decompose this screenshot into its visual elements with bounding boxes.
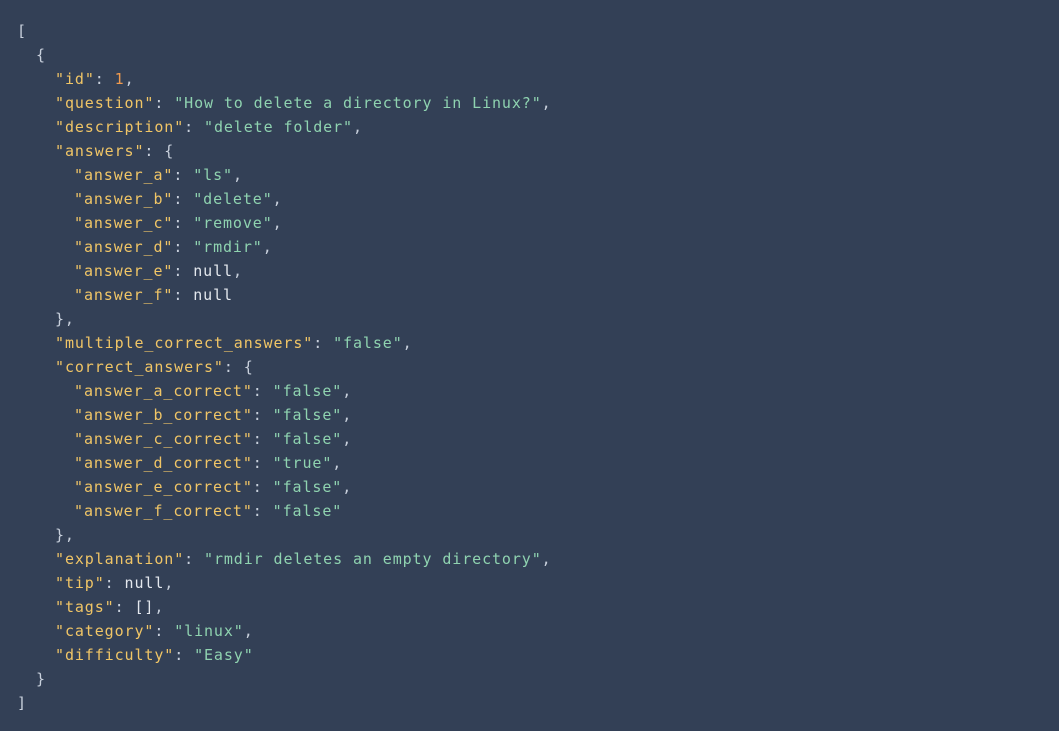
code-line: { xyxy=(36,46,46,64)
code-line-id: "id": 1, xyxy=(55,70,135,88)
code-line-answer-d-correct: "answer_d_correct": "true", xyxy=(74,454,343,472)
json-string-value: remove xyxy=(203,214,263,232)
json-key: answer_a_correct xyxy=(83,382,243,400)
code-line-answer-a: "answer_a": "ls", xyxy=(74,166,243,184)
code-line-explanation: "explanation": "rmdir deletes an empty d… xyxy=(55,550,552,568)
code-line: }, xyxy=(55,310,75,328)
json-string-value: false xyxy=(282,382,333,400)
json-null-value: null xyxy=(124,574,165,592)
code-line-difficulty: "difficulty": "Easy" xyxy=(55,646,254,664)
json-null-value: null xyxy=(193,262,233,280)
json-key: tip xyxy=(64,574,95,592)
json-string-value: false xyxy=(282,478,333,496)
code-line-correct-answers: "correct_answers": { xyxy=(55,358,254,376)
code-line-answer-b-correct: "answer_b_correct": "false", xyxy=(74,406,353,424)
json-string-value: false xyxy=(282,406,333,424)
code-line: } xyxy=(36,670,46,688)
json-code-view: [ { "id": 1, "question": "How to delete … xyxy=(0,0,1059,731)
json-number-value: 1 xyxy=(114,70,125,88)
code-line-answer-b: "answer_b": "delete", xyxy=(74,190,283,208)
json-key: answer_a xyxy=(83,166,164,184)
json-key: answer_c xyxy=(83,214,164,232)
json-key: description xyxy=(64,118,175,136)
json-key: answer_e_correct xyxy=(83,478,243,496)
code-line-tip: "tip": null, xyxy=(55,574,175,592)
code-line-answers: "answers": { xyxy=(55,142,175,160)
code-line-answer-f: "answer_f": null xyxy=(74,286,233,304)
json-key: category xyxy=(64,622,145,640)
code-line: ] xyxy=(17,694,27,712)
code-line-category: "category": "linux", xyxy=(55,622,254,640)
json-key: tags xyxy=(64,598,105,616)
json-key: id xyxy=(64,70,85,88)
json-string-value: false xyxy=(343,334,393,352)
json-string-value: false xyxy=(282,430,333,448)
json-array-value: [] xyxy=(134,598,155,616)
json-key: answer_d_correct xyxy=(83,454,243,472)
json-key: answer_d xyxy=(83,238,164,256)
json-key: answer_b xyxy=(83,190,164,208)
json-string-value: Easy xyxy=(204,646,244,664)
json-string-value: delete xyxy=(203,190,263,208)
code-line: }, xyxy=(55,526,75,544)
json-key: answers xyxy=(64,142,135,160)
json-key: multiple_correct_answers xyxy=(64,334,304,352)
code-line-multiple: "multiple_correct_answers": "false", xyxy=(55,334,413,352)
code-line-answer-e: "answer_e": null, xyxy=(74,262,243,280)
json-key: explanation xyxy=(64,550,175,568)
json-string-value: true xyxy=(282,454,323,472)
json-string-value: rmdir deletes an empty directory xyxy=(213,550,532,568)
json-key: difficulty xyxy=(64,646,165,664)
code-line-answer-c-correct: "answer_c_correct": "false", xyxy=(74,430,353,448)
json-null-value: null xyxy=(193,286,233,304)
json-key: answer_f xyxy=(83,286,164,304)
json-key: question xyxy=(64,94,145,112)
json-string-value: delete folder xyxy=(213,118,344,136)
code-line-answer-f-correct: "answer_f_correct": "false" xyxy=(74,502,343,520)
code-line-answer-a-correct: "answer_a_correct": "false", xyxy=(74,382,353,400)
json-key: answer_b_correct xyxy=(83,406,243,424)
json-key: correct_answers xyxy=(64,358,214,376)
code-line: [ xyxy=(17,22,27,40)
code-line-answer-d: "answer_d": "rmdir", xyxy=(74,238,273,256)
json-string-value: linux xyxy=(184,622,234,640)
json-string-value: rmdir xyxy=(203,238,253,256)
json-key: answer_f_correct xyxy=(83,502,243,520)
json-key: answer_c_correct xyxy=(83,430,243,448)
code-line-description: "description": "delete folder", xyxy=(55,118,363,136)
json-key: answer_e xyxy=(83,262,164,280)
code-line-answer-e-correct: "answer_e_correct": "false", xyxy=(74,478,353,496)
code-line-answer-c: "answer_c": "remove", xyxy=(74,214,283,232)
json-string-value: How to delete a directory in Linux? xyxy=(184,94,532,112)
code-line-question: "question": "How to delete a directory i… xyxy=(55,94,552,112)
json-string-value: ls xyxy=(203,166,224,184)
code-line-tags: "tags": [], xyxy=(55,598,165,616)
json-string-value: false xyxy=(282,502,333,520)
